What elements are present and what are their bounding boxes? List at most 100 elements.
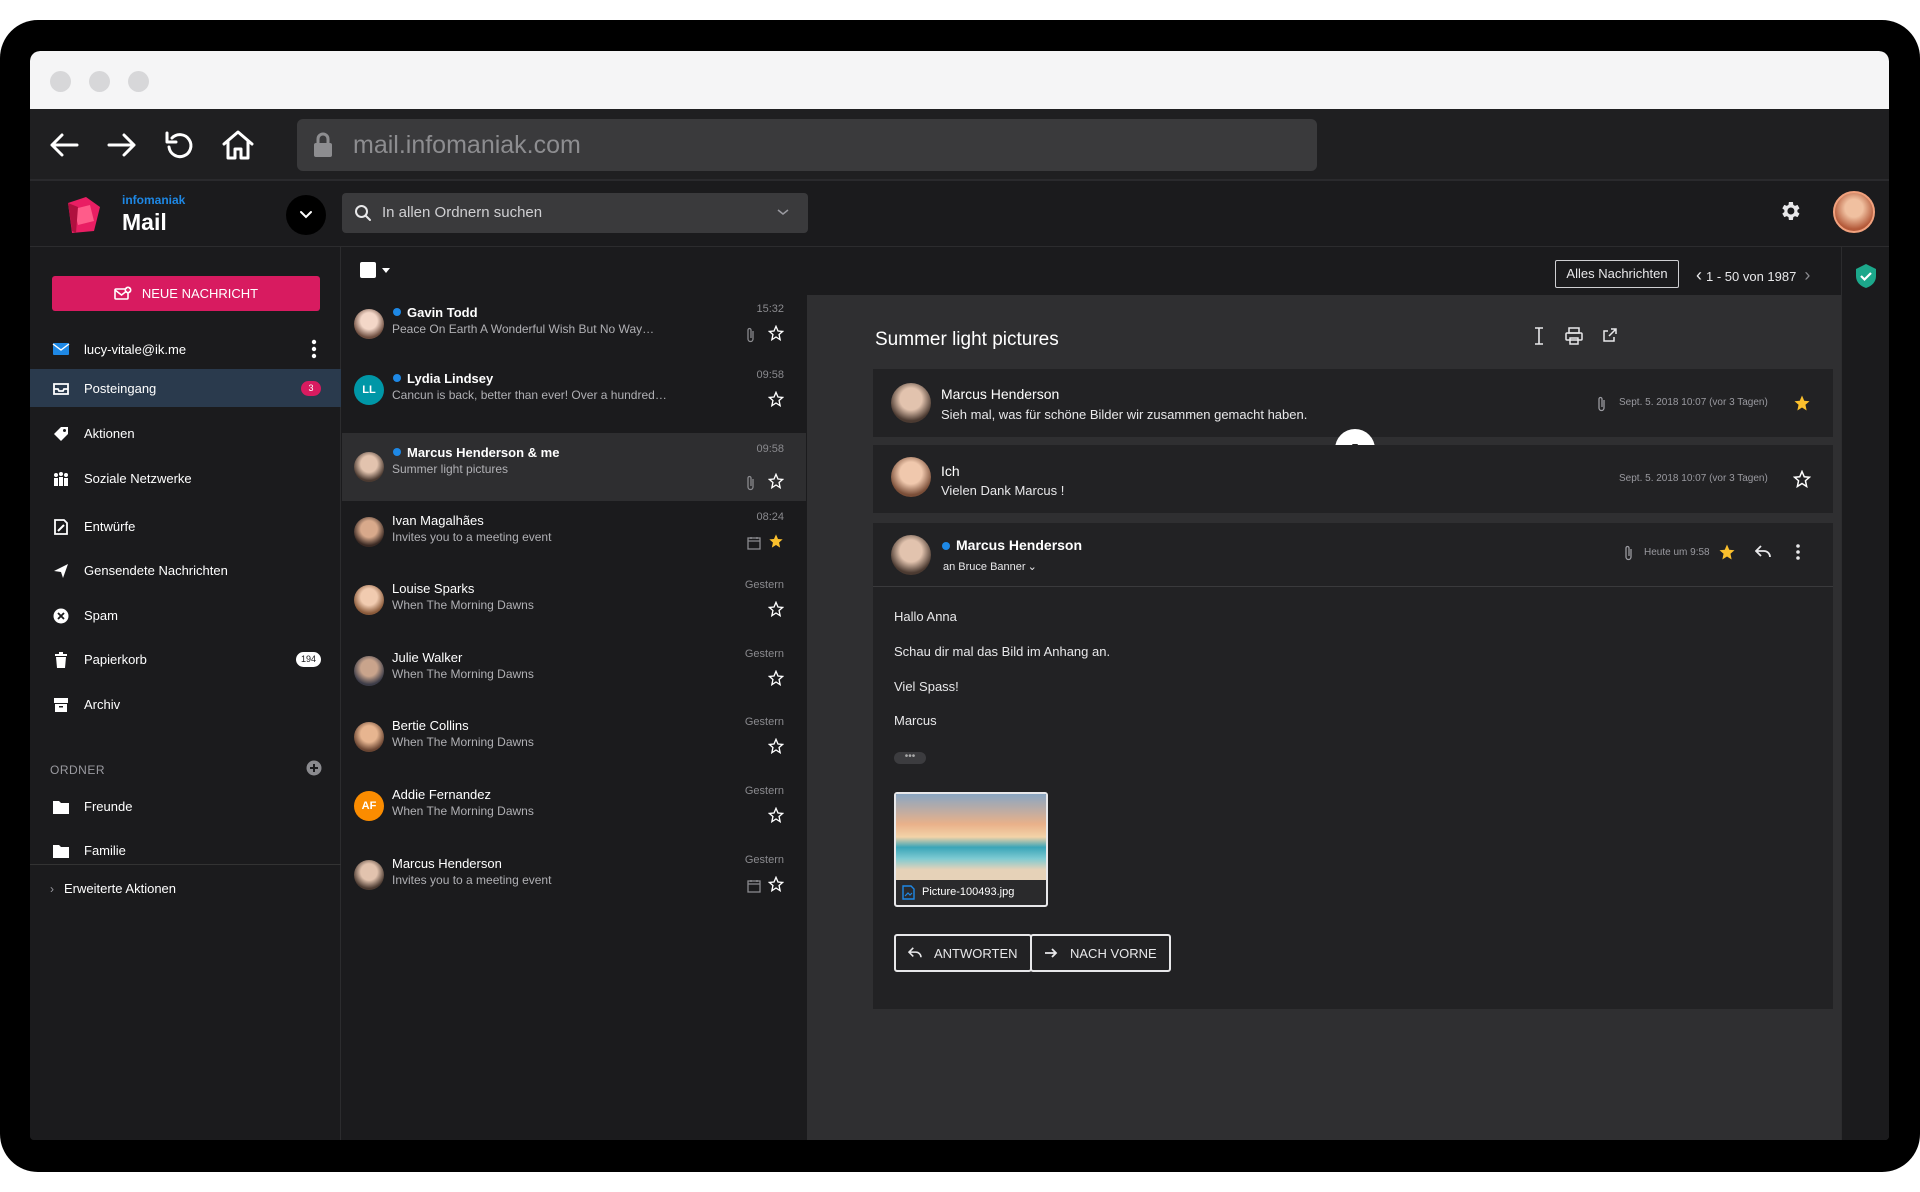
message-row[interactable]: Bertie Collins When The Morning Dawns Ge… xyxy=(342,706,806,772)
sender-name: Marcus Henderson xyxy=(392,856,502,871)
sidebar-item-archiv[interactable]: Archiv xyxy=(30,685,341,723)
message-row[interactable]: Marcus Henderson Invites you to a meetin… xyxy=(342,844,806,910)
folder-label: Freunde xyxy=(84,799,133,814)
account-row[interactable]: lucy-vitale@ik.me xyxy=(30,335,341,363)
unread-count-badge: 3 xyxy=(301,381,321,396)
message-row[interactable]: Ivan Magalhães Invites you to a meeting … xyxy=(342,501,806,567)
brand-product: Mail xyxy=(122,209,167,235)
message-row-selected[interactable]: Marcus Henderson & me Summer light pictu… xyxy=(342,433,806,501)
caret-down-icon[interactable] xyxy=(382,268,390,273)
forward-button[interactable] xyxy=(100,123,144,167)
print-icon[interactable] xyxy=(1565,327,1583,345)
trash-icon xyxy=(55,652,67,668)
sidebar-item-papierkorb[interactable]: Papierkorb 194 xyxy=(30,640,341,678)
home-icon xyxy=(222,130,254,160)
text-cursor-icon[interactable] xyxy=(1532,327,1546,345)
more-vertical-icon[interactable] xyxy=(310,338,318,360)
thread-message-collapsed[interactable]: Marcus Henderson Sieh mal, was für schön… xyxy=(873,369,1833,437)
account-switcher-button[interactable] xyxy=(286,195,326,235)
star-filled-icon[interactable] xyxy=(1793,394,1811,412)
new-message-button[interactable]: NEUE NACHRICHT xyxy=(52,276,320,311)
search-input[interactable]: In allen Ordnern suchen xyxy=(342,193,808,233)
forward-button[interactable]: NACH VORNE xyxy=(1030,934,1171,972)
thread-subject: Summer light pictures xyxy=(875,329,1059,350)
folder-icon xyxy=(53,801,69,814)
message-subject: When The Morning Dawns xyxy=(392,735,534,749)
message-date: Sept. 5. 2018 10:07 (vor 3 Tagen) xyxy=(1619,473,1768,484)
sidebar-item-gesendet[interactable]: Gensendete Nachrichten xyxy=(30,551,341,589)
message-time: 09:58 xyxy=(756,369,784,381)
extended-actions-toggle[interactable]: › Erweiterte Aktionen xyxy=(50,881,176,896)
sender-name: Addie Fernandez xyxy=(392,787,492,802)
add-folder-icon[interactable] xyxy=(306,760,322,776)
minimize-window-button[interactable] xyxy=(89,71,110,92)
message-row[interactable]: Louise Sparks When The Morning Dawns Ges… xyxy=(342,569,806,635)
star-outline-icon[interactable] xyxy=(768,670,784,686)
chevron-down-icon[interactable] xyxy=(776,205,790,219)
url-text: mail.infomaniak.com xyxy=(353,131,581,159)
divider xyxy=(30,864,341,865)
arrow-right-icon xyxy=(107,133,136,157)
window-titlebar xyxy=(30,51,1889,109)
thread-message-collapsed[interactable]: Ich Vielen Dank Marcus ! Sept. 5. 2018 1… xyxy=(873,445,1833,513)
sidebar-item-soziale-netzwerke[interactable]: Soziale Netzwerke xyxy=(30,459,341,497)
message-row[interactable]: Gavin Todd Peace On Earth A Wonderful Wi… xyxy=(342,293,806,359)
message-time: 15:32 xyxy=(756,303,784,315)
message-subject: Invites you to a meeting event xyxy=(392,873,552,887)
gear-icon[interactable] xyxy=(1778,199,1802,223)
sidebar-item-label: Archiv xyxy=(84,697,121,712)
sender-name: Julie Walker xyxy=(392,650,463,665)
sidebar-item-posteingang[interactable]: Posteingang 3 xyxy=(30,369,341,407)
message-list: Gavin Todd Peace On Earth A Wonderful Wi… xyxy=(342,247,806,1140)
sender-avatar xyxy=(354,860,384,890)
star-outline-icon[interactable] xyxy=(1793,470,1811,488)
attachment-preview[interactable]: Picture-100493.jpg xyxy=(894,792,1048,907)
open-external-icon[interactable] xyxy=(1602,327,1618,343)
message-date: Sept. 5. 2018 10:07 (vor 3 Tagen) xyxy=(1619,397,1768,408)
sender-avatar xyxy=(891,457,931,497)
show-quoted-button[interactable]: ••• xyxy=(894,752,926,764)
shield-check-icon[interactable] xyxy=(1854,263,1878,289)
star-outline-icon[interactable] xyxy=(768,391,784,407)
message-row[interactable]: Julie Walker When The Morning Dawns Gest… xyxy=(342,638,806,704)
close-window-button[interactable] xyxy=(50,71,71,92)
calendar-icon xyxy=(747,880,761,893)
star-outline-icon[interactable] xyxy=(768,738,784,754)
sidebar-item-spam[interactable]: Spam xyxy=(30,596,341,634)
reload-button[interactable] xyxy=(158,123,202,167)
star-filled-icon[interactable] xyxy=(768,533,784,549)
unread-dot xyxy=(393,374,401,382)
sender-name: Marcus Henderson xyxy=(941,386,1060,402)
body-line: Viel Spass! xyxy=(894,679,959,694)
url-bar[interactable]: mail.infomaniak.com xyxy=(297,119,1317,171)
sender-name: Lydia Lindsey xyxy=(407,371,494,386)
star-outline-icon[interactable] xyxy=(768,473,784,489)
reply-icon[interactable] xyxy=(1755,545,1771,559)
message-row[interactable]: AF Addie Fernandez When The Morning Dawn… xyxy=(342,775,806,841)
sidebar-item-entwuerfe[interactable]: Entwürfe xyxy=(30,507,341,545)
reply-button[interactable]: ANTWORTEN xyxy=(894,934,1032,972)
chevron-left-icon[interactable]: ‹ xyxy=(1696,265,1702,285)
star-outline-icon[interactable] xyxy=(768,807,784,823)
filter-dropdown[interactable]: Alles Nachrichten xyxy=(1555,260,1679,288)
back-button[interactable] xyxy=(42,123,86,167)
star-outline-icon[interactable] xyxy=(768,325,784,341)
folder-item-freunde[interactable]: Freunde xyxy=(30,787,341,825)
user-avatar[interactable] xyxy=(1833,191,1875,233)
chevron-right-icon[interactable]: › xyxy=(1804,265,1810,285)
star-outline-icon[interactable] xyxy=(768,601,784,617)
more-vertical-icon[interactable] xyxy=(1795,543,1801,561)
select-all-checkbox[interactable] xyxy=(360,262,376,278)
recipient-toggle[interactable]: an Bruce Banner ⌄ xyxy=(943,560,1037,573)
sidebar-item-label: Gensendete Nachrichten xyxy=(84,563,228,578)
maximize-window-button[interactable] xyxy=(128,71,149,92)
recipient-text: an Bruce Banner xyxy=(943,561,1026,573)
tag-icon xyxy=(54,427,68,441)
star-filled-icon[interactable] xyxy=(1718,543,1736,561)
message-row[interactable]: LL Lydia Lindsey Cancun is back, better … xyxy=(342,359,806,425)
home-button[interactable] xyxy=(216,123,260,167)
star-outline-icon[interactable] xyxy=(768,876,784,892)
forward-arrow-icon xyxy=(1045,948,1058,958)
sidebar-item-aktionen[interactable]: Aktionen xyxy=(30,414,341,452)
draft-icon xyxy=(54,519,68,535)
